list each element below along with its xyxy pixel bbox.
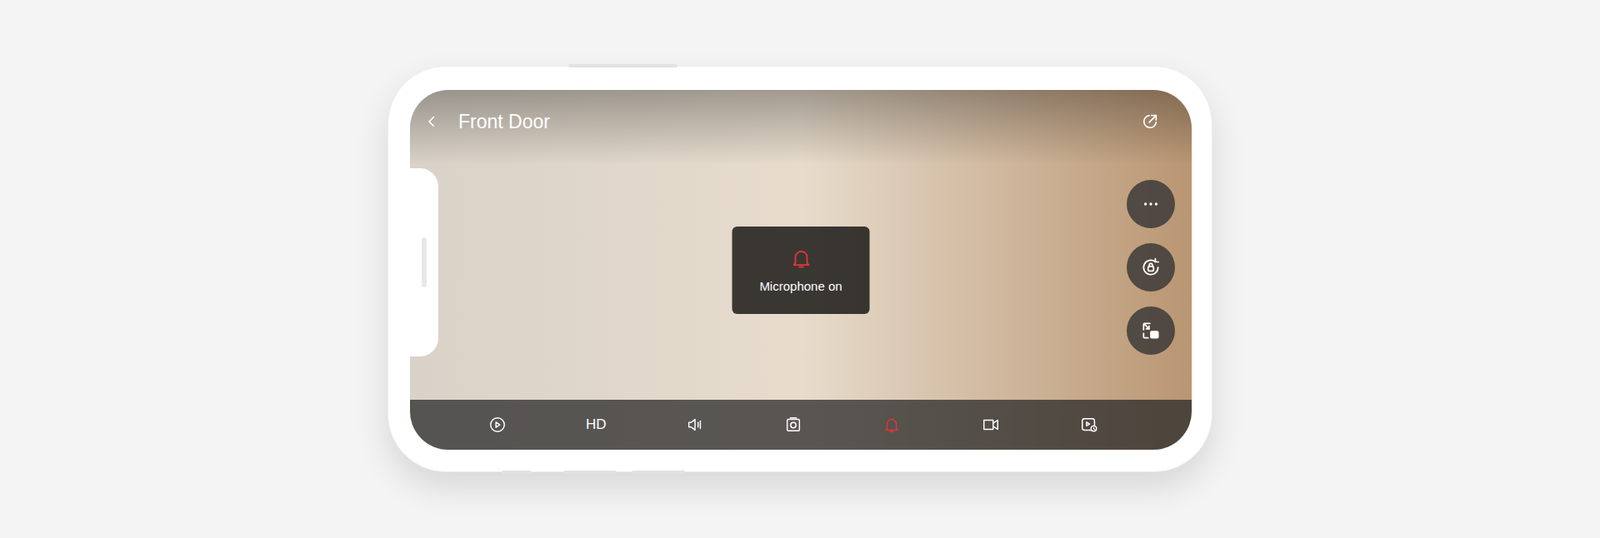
camera-title: Front Door <box>458 108 550 135</box>
bell-icon <box>882 415 901 435</box>
history-icon <box>1080 415 1099 435</box>
power-button <box>568 64 678 68</box>
share-icon[interactable] <box>1138 110 1162 134</box>
quality-label: HD <box>585 415 607 435</box>
phone-frame: Front Door Microphone on <box>387 65 1213 473</box>
toast-label: Microphone on <box>759 278 842 295</box>
more-icon[interactable] <box>1126 180 1175 229</box>
quality-button: HD <box>585 415 607 435</box>
toolbar-button[interactable] <box>768 405 819 445</box>
page: Front Door Microphone on <box>0 0 1600 538</box>
bell-icon <box>789 246 813 270</box>
volume-down-button <box>631 470 685 475</box>
speaker-icon <box>685 415 705 435</box>
toolbar-button[interactable] <box>965 405 1016 445</box>
playback-icon <box>488 415 507 435</box>
side-controls <box>1126 180 1175 355</box>
microphone-toast: Microphone on <box>732 226 870 315</box>
speaker-grille <box>421 237 427 288</box>
toolbar-button[interactable]: HD <box>570 405 621 445</box>
camera-icon <box>784 415 803 435</box>
top-bar: Front Door <box>410 90 1192 135</box>
picture-in-picture-icon[interactable] <box>1126 306 1175 355</box>
control-toolbar: HD <box>410 400 1192 450</box>
toolbar-button[interactable] <box>866 405 917 445</box>
toolbar-button[interactable] <box>1064 405 1115 445</box>
toolbar-button[interactable] <box>472 405 523 445</box>
phone-notch <box>410 168 439 357</box>
mute-switch <box>501 470 532 475</box>
back-icon[interactable] <box>420 108 444 135</box>
title-group: Front Door <box>420 108 550 135</box>
toolbar-button[interactable] <box>670 405 720 445</box>
rotation-lock-icon[interactable] <box>1126 243 1175 292</box>
volume-up-button <box>563 470 617 475</box>
screen: Front Door Microphone on <box>410 90 1192 450</box>
video-camera-icon <box>981 415 1000 435</box>
